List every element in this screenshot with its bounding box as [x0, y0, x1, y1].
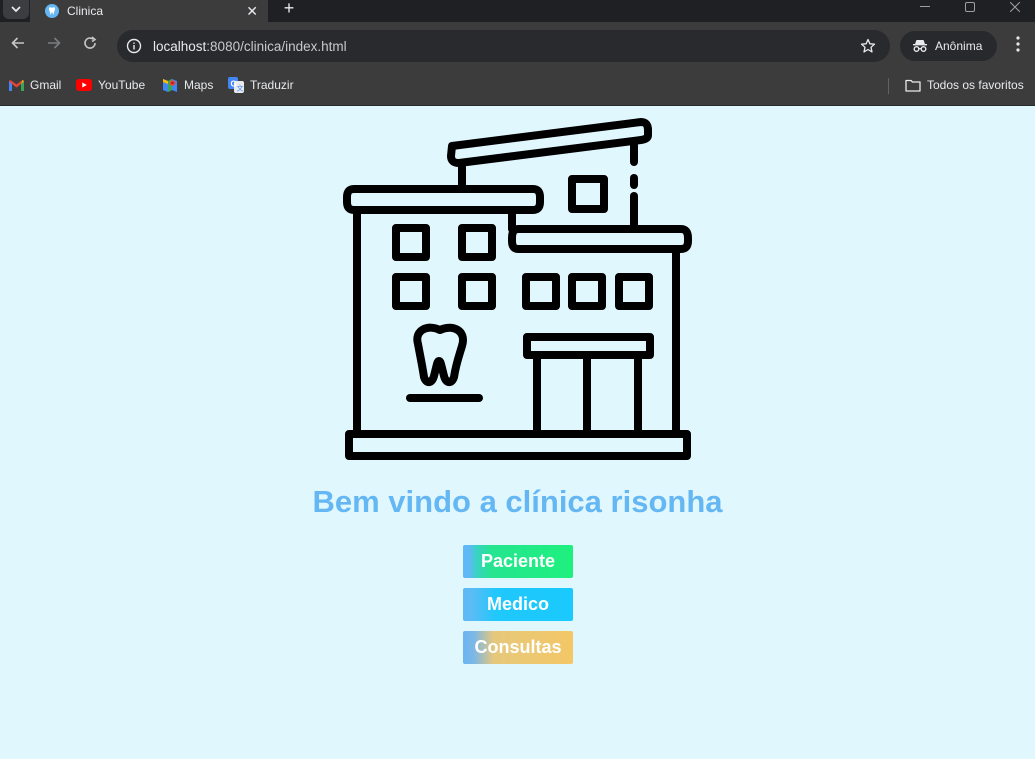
close-tab-icon[interactable]: ✕ [246, 3, 258, 20]
medico-button[interactable]: Medico [463, 588, 573, 621]
bookmark-traduzir[interactable]: G文 Traduzir [228, 76, 294, 94]
minimize-icon[interactable] [903, 0, 947, 14]
bookmark-label: YouTube [98, 78, 146, 92]
bookmark-label: Traduzir [250, 78, 294, 92]
all-bookmarks-folder[interactable]: Todos os favoritos [905, 76, 1024, 94]
site-info-icon[interactable] [124, 36, 144, 56]
svg-text:文: 文 [237, 84, 244, 93]
gmail-icon [8, 77, 24, 93]
tooth-favicon-icon [45, 4, 59, 18]
close-window-icon[interactable] [993, 0, 1035, 14]
url-path: :8080/clinica/index.html [206, 38, 347, 54]
maximize-icon[interactable] [948, 0, 992, 14]
folder-icon [905, 77, 921, 93]
chevron-down-icon [11, 6, 21, 13]
back-icon[interactable] [8, 33, 28, 53]
maps-icon [162, 77, 178, 93]
address-bar[interactable]: localhost:8080/clinica/index.html [117, 30, 890, 62]
reload-icon[interactable] [80, 33, 100, 53]
translate-icon: G文 [228, 77, 244, 93]
bookmark-star-icon[interactable] [858, 36, 878, 56]
bookmark-maps[interactable]: Maps [162, 76, 213, 94]
tab-clinica[interactable]: Clinica ✕ [30, 0, 268, 22]
youtube-icon [76, 77, 92, 93]
tab-search-button[interactable] [3, 0, 29, 19]
url-host: localhost [153, 38, 207, 54]
page-title: Bem vindo a clínica risonha [312, 484, 723, 519]
bookmark-label: Maps [184, 78, 214, 92]
dental-clinic-building-icon [343, 118, 692, 460]
all-bookmarks-label: Todos os favoritos [927, 78, 1024, 92]
consultas-button[interactable]: Consultas [463, 631, 573, 664]
new-tab-icon[interactable]: + [280, 0, 298, 19]
tab-title: Clinica [67, 4, 104, 18]
incognito-label: Anônima [935, 39, 983, 53]
browser-menu-icon[interactable] [1006, 34, 1030, 54]
page-content: Bem vindo a clínica risonha Paciente Med… [0, 106, 1035, 759]
bookmarks-separator [888, 78, 889, 94]
forward-icon[interactable] [44, 33, 64, 53]
bookmark-youtube[interactable]: YouTube [76, 76, 145, 94]
bookmark-label: Gmail [30, 78, 62, 92]
bookmark-gmail[interactable]: Gmail [8, 76, 61, 94]
browser-toolbar: localhost:8080/clinica/index.html Anônim… [0, 22, 1035, 66]
paciente-button[interactable]: Paciente [463, 545, 573, 578]
url-text: localhost:8080/clinica/index.html [153, 39, 858, 54]
incognito-icon [913, 40, 927, 52]
incognito-profile-button[interactable]: Anônima [900, 31, 997, 61]
tab-strip: Clinica ✕ + [0, 0, 1035, 22]
bookmarks-bar: Gmail YouTube Maps G文 Traduzir Todos os … [0, 66, 1035, 106]
